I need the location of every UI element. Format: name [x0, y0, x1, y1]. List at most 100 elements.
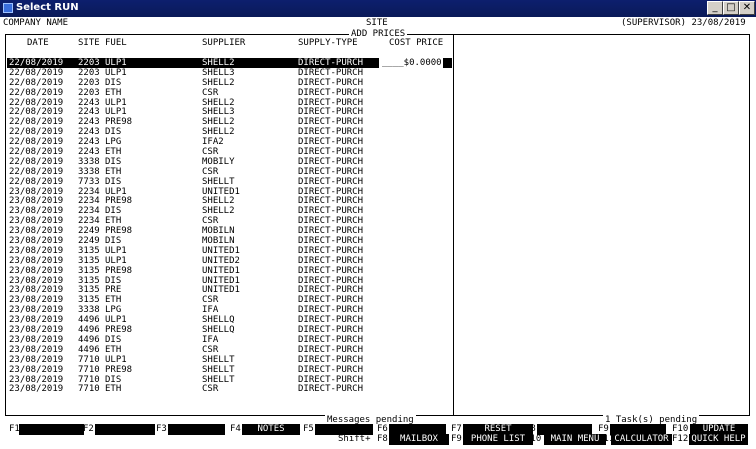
fkey-number: F8	[525, 424, 536, 434]
table-row[interactable]: 23/08/2019 7710 DIS SHELLT DIRECT-PURCH	[7, 375, 452, 385]
row-supply-type: DIRECT-PURCH	[298, 285, 364, 296]
fkey-label: MAILBOX	[389, 434, 449, 445]
window-title: Select RUN	[16, 2, 79, 13]
table-row[interactable]: 23/08/2019 4496 ULP1 SHELLQ DIRECT-PURCH	[7, 315, 452, 325]
row-supply-type: DIRECT-PURCH	[298, 374, 364, 385]
row-fuel: PRE	[105, 285, 122, 296]
table-row[interactable]: 23/08/2019 2234 DIS SHELL2 DIRECT-PURCH	[7, 206, 452, 216]
table-row[interactable]: 22/08/2019 3338 DIS MOBILY DIRECT-PURCH	[7, 157, 452, 167]
row-supplier: UNITED1	[202, 275, 240, 286]
app-icon	[3, 3, 13, 13]
table-row[interactable]: 22/08/2019 3338 ETH CSR DIRECT-PURCH	[7, 167, 452, 177]
fkey-label: NOTES	[242, 424, 300, 435]
table-row[interactable]: 23/08/2019 2234 PRE98 SHELL2 DIRECT-PURCH	[7, 196, 452, 206]
table-row[interactable]: 22/08/2019 2203 DIS SHELL2 DIRECT-PURCH	[7, 78, 452, 88]
row-fuel: ETH	[105, 147, 122, 158]
row-supplier: UNITED2	[202, 255, 240, 266]
minimize-icon[interactable]: _	[707, 1, 723, 15]
row-supply-type: DIRECT-PURCH	[298, 334, 364, 345]
table-row[interactable]: 22/08/2019 2243 ULP1 SHELL3 DIRECT-PURCH	[7, 107, 452, 117]
table-row[interactable]: 23/08/2019 4496 ETH CSR DIRECT-PURCH	[7, 345, 452, 355]
table-row[interactable]: 23/08/2019 2249 PRE98 MOBILN DIRECT-PURCH	[7, 226, 452, 236]
row-date: 22/08/2019	[9, 67, 64, 78]
row-date: 23/08/2019	[9, 305, 64, 316]
table-row[interactable]: 23/08/2019 2249 DIS MOBILN DIRECT-PURCH	[7, 236, 452, 246]
table-row[interactable]: 23/08/2019 3135 ETH CSR DIRECT-PURCH	[7, 295, 452, 305]
row-site: 2249	[78, 226, 100, 237]
row-site: 3135	[78, 245, 100, 256]
row-supplier: IFA	[202, 305, 219, 316]
row-date: 23/08/2019	[9, 255, 64, 266]
table-row[interactable]: 22/08/2019 7733 DIS SHELLT DIRECT-PURCH	[7, 177, 452, 187]
row-site: 7733	[78, 176, 100, 187]
fkey-f8-mailbox[interactable]: F8 MAILBOX	[377, 434, 449, 445]
row-supply-type: DIRECT-PURCH	[298, 156, 364, 167]
fkey-number: F9	[598, 424, 609, 434]
table-row[interactable]: 22/08/2019 2203 ULP1 SHELL3 DIRECT-PURCH	[7, 68, 452, 78]
row-fuel: ULP1	[105, 255, 127, 266]
row-site: 2243	[78, 117, 100, 128]
fkey-f3[interactable]: F3	[156, 424, 225, 435]
row-fuel: ULP1	[105, 354, 127, 365]
table-row[interactable]: 23/08/2019 3338 LPG IFA DIRECT-PURCH	[7, 305, 452, 315]
fkey-f5[interactable]: F5	[303, 424, 373, 435]
table-row[interactable]: 22/08/2019 2203 ETH CSR DIRECT-PURCH	[7, 88, 452, 98]
row-site: 2203	[78, 87, 100, 98]
table-row[interactable]: 23/08/2019 4496 PRE98 SHELLQ DIRECT-PURCH	[7, 325, 452, 335]
row-site: 2234	[78, 196, 100, 207]
table-row[interactable]: 22/08/2019 2243 ULP1 SHELL2 DIRECT-PURCH	[7, 98, 452, 108]
table-row[interactable]: 23/08/2019 3135 ULP1 UNITED1 DIRECT-PURCH	[7, 246, 452, 256]
row-fuel: DIS	[105, 275, 122, 286]
cost-price-input[interactable]: ____$0.0000	[379, 58, 443, 68]
table-row[interactable]: 23/08/2019 7710 PRE98 SHELLT DIRECT-PURCH	[7, 365, 452, 375]
row-date: 23/08/2019	[9, 364, 64, 375]
fkey-f12-quick-help[interactable]: F12 QUICK HELP	[672, 434, 748, 445]
row-supplier: CSR	[202, 344, 219, 355]
row-site: 3135	[78, 295, 100, 306]
table-row[interactable]: 22/08/2019 2243 ETH CSR DIRECT-PURCH	[7, 147, 452, 157]
table-row[interactable]: 23/08/2019 3135 PRE UNITED1 DIRECT-PURCH	[7, 285, 452, 295]
table-row[interactable]: 23/08/2019 4496 DIS IFA DIRECT-PURCH	[7, 335, 452, 345]
table-row[interactable]: 23/08/2019 7710 ULP1 SHELLT DIRECT-PURCH	[7, 355, 452, 365]
row-date: 23/08/2019	[9, 186, 64, 197]
table-row[interactable]: 23/08/2019 3135 PRE98 UNITED1 DIRECT-PURCH	[7, 266, 452, 276]
fkey-number: F8	[377, 434, 388, 444]
row-fuel: DIS	[105, 127, 122, 138]
fkey-number: F10	[525, 434, 542, 444]
row-supplier: CSR	[202, 216, 219, 227]
table-row[interactable]: 23/08/2019 2234 ULP1 UNITED1 DIRECT-PURCH	[7, 187, 452, 197]
table-row[interactable]: 22/08/2019 2243 LPG IFA2 DIRECT-PURCH	[7, 137, 452, 147]
selected-table-row[interactable]: 22/08/2019 2203 ULP1 SHELL2 DIRECT-PURCH ____…	[7, 58, 452, 68]
table-row[interactable]: 23/08/2019 3135 ULP1 UNITED2 DIRECT-PURCH	[7, 256, 452, 266]
col-site: SITE	[78, 38, 100, 48]
row-supply-type: DIRECT-PURCH	[298, 196, 364, 207]
fkey-f4-notes[interactable]: F4 NOTES	[230, 424, 300, 435]
row-date: 22/08/2019	[9, 77, 64, 88]
row-fuel: PRE98	[105, 117, 133, 128]
row-fuel: DIS	[105, 334, 122, 345]
row-fuel: PRE98	[105, 196, 133, 207]
table-row[interactable]: 23/08/2019 2234 ETH CSR DIRECT-PURCH	[7, 216, 452, 226]
close-icon[interactable]: ✕	[739, 1, 755, 15]
row-supply-type: DIRECT-PURCH	[298, 117, 364, 128]
fkey-number: F2	[83, 424, 94, 434]
fkey-label: PHONE LIST	[463, 434, 533, 445]
row-fuel: PRE98	[105, 265, 133, 276]
row-date: 23/08/2019	[9, 236, 64, 247]
row-site: 4496	[78, 344, 100, 355]
row-supplier: SHELL3	[202, 67, 235, 78]
table-row[interactable]: 22/08/2019 2243 DIS SHELL2 DIRECT-PURCH	[7, 127, 452, 137]
fkey-f2[interactable]: F2	[83, 424, 155, 435]
fkey-f1[interactable]: F1	[9, 424, 84, 435]
table-row[interactable]: 23/08/2019 7710 ETH CSR DIRECT-PURCH	[7, 384, 452, 394]
row-supply-type: DIRECT-PURCH	[298, 325, 364, 336]
row-supplier: SHELL2	[202, 206, 235, 217]
maximize-icon[interactable]: □	[723, 1, 739, 15]
fkey-f10-main-menu[interactable]: F10 MAIN MENU	[525, 434, 606, 445]
fkey-f11-calculator[interactable]: F11 CALCULATOR	[598, 434, 672, 445]
table-row[interactable]: 23/08/2019 3135 DIS UNITED1 DIRECT-PURCH	[7, 276, 452, 286]
fkey-f9-phone-list[interactable]: F9 PHONE LIST	[451, 434, 533, 445]
row-supplier: IFA	[202, 334, 219, 345]
table-row[interactable]: 22/08/2019 2243 PRE98 SHELL2 DIRECT-PURCH	[7, 117, 452, 127]
fkey-label: QUICK HELP	[689, 434, 748, 445]
